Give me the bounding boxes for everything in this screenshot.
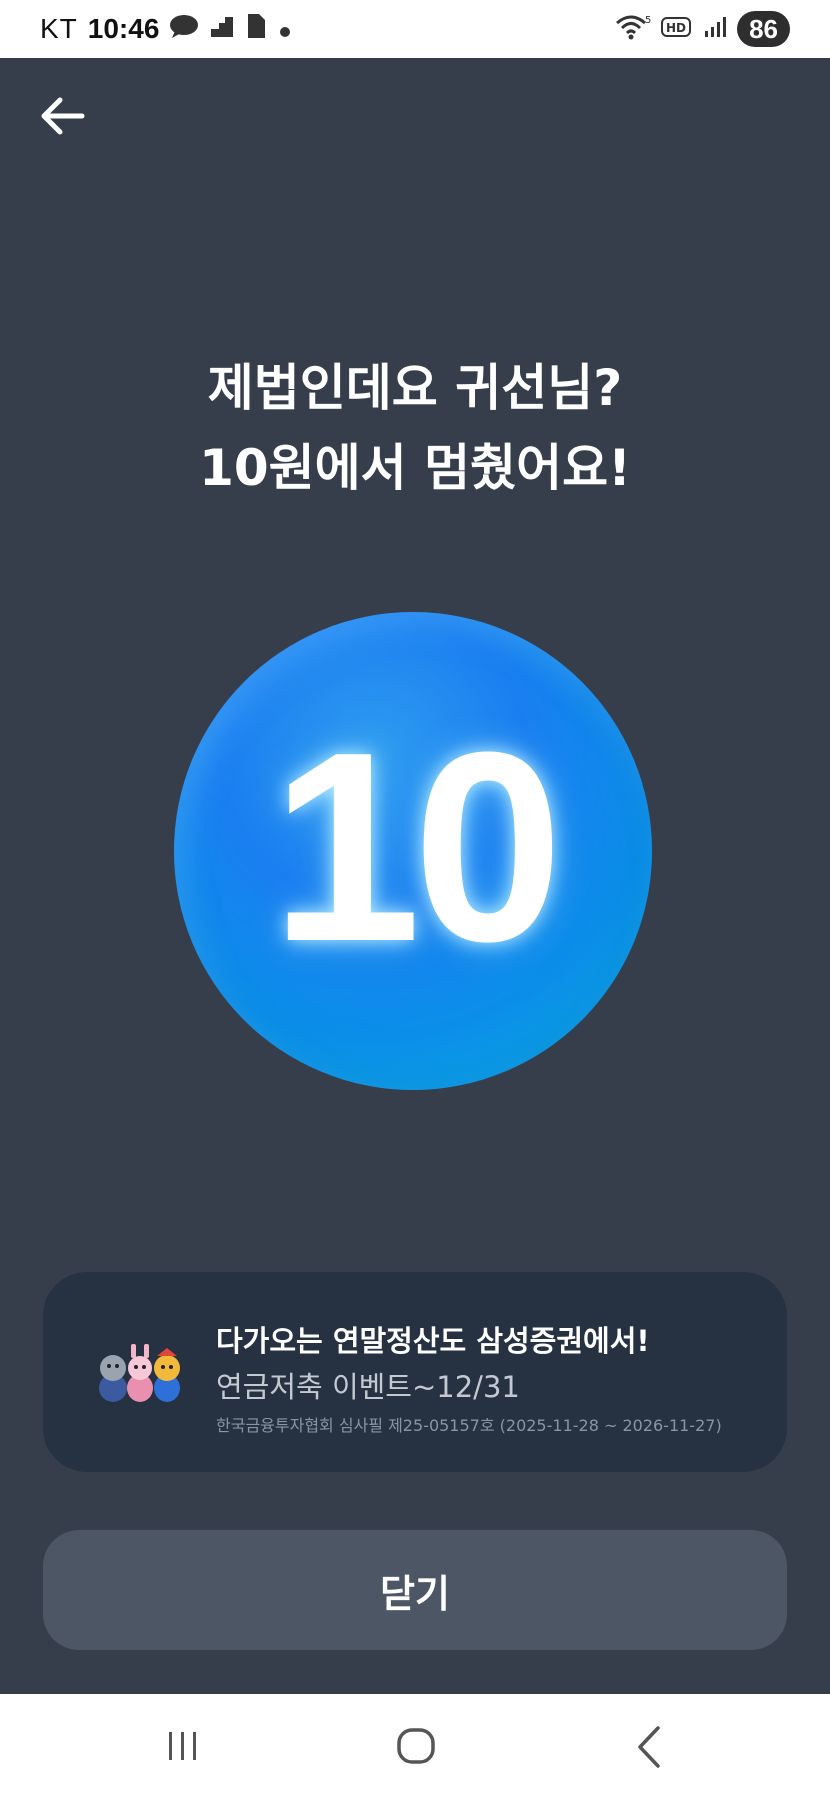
promo-disclaimer: 한국금융투자협회 심사필 제25-05157호 (2025-11-28 ~ 20…	[216, 1416, 722, 1435]
promo-title: 다가오는 연말정산도 삼성증권에서!	[216, 1324, 650, 1358]
dot-icon	[277, 13, 293, 46]
coin-value: 10	[270, 697, 563, 998]
file-icon	[245, 13, 267, 46]
back-icon	[638, 1726, 660, 1768]
carrier-label: KT	[40, 13, 78, 44]
status-bar: KT 10:46 5 HD 86	[0, 0, 830, 58]
promo-banner[interactable]: 다가오는 연말정산도 삼성증권에서! 연금저축 이벤트~12/31 한국금융투자…	[43, 1272, 787, 1472]
notification-icon	[209, 13, 235, 46]
hd-icon: HD	[661, 15, 693, 43]
headline-line-1: 제법인데요 귀선님?	[207, 359, 623, 417]
arrow-left-icon	[41, 97, 85, 135]
recent-apps-button[interactable]	[152, 1720, 212, 1774]
close-button[interactable]: 닫기	[43, 1530, 787, 1650]
network-label: HD	[666, 21, 686, 35]
result-coin: 10	[174, 612, 652, 1090]
wifi-icon: 5	[615, 13, 651, 45]
result-headline: 제법인데요 귀선님? 10원에서 멈췄어요!	[0, 348, 830, 508]
wifi-badge: 5	[645, 15, 651, 26]
headline-line-2: 10원에서 멈췄어요!	[199, 439, 631, 497]
recent-apps-icon	[169, 1732, 196, 1760]
clock: 10:46	[87, 13, 160, 44]
nav-back-button[interactable]	[620, 1720, 680, 1774]
navigation-bar	[0, 1694, 830, 1798]
talk-icon	[169, 13, 199, 46]
promo-subtitle: 연금저축 이벤트~12/31	[216, 1370, 520, 1404]
home-button[interactable]	[386, 1720, 446, 1774]
signal-icon	[703, 15, 727, 43]
mascot-characters-icon	[95, 1342, 185, 1406]
back-button[interactable]	[36, 92, 88, 140]
battery-icon: 86	[737, 11, 790, 47]
home-icon	[397, 1728, 435, 1764]
